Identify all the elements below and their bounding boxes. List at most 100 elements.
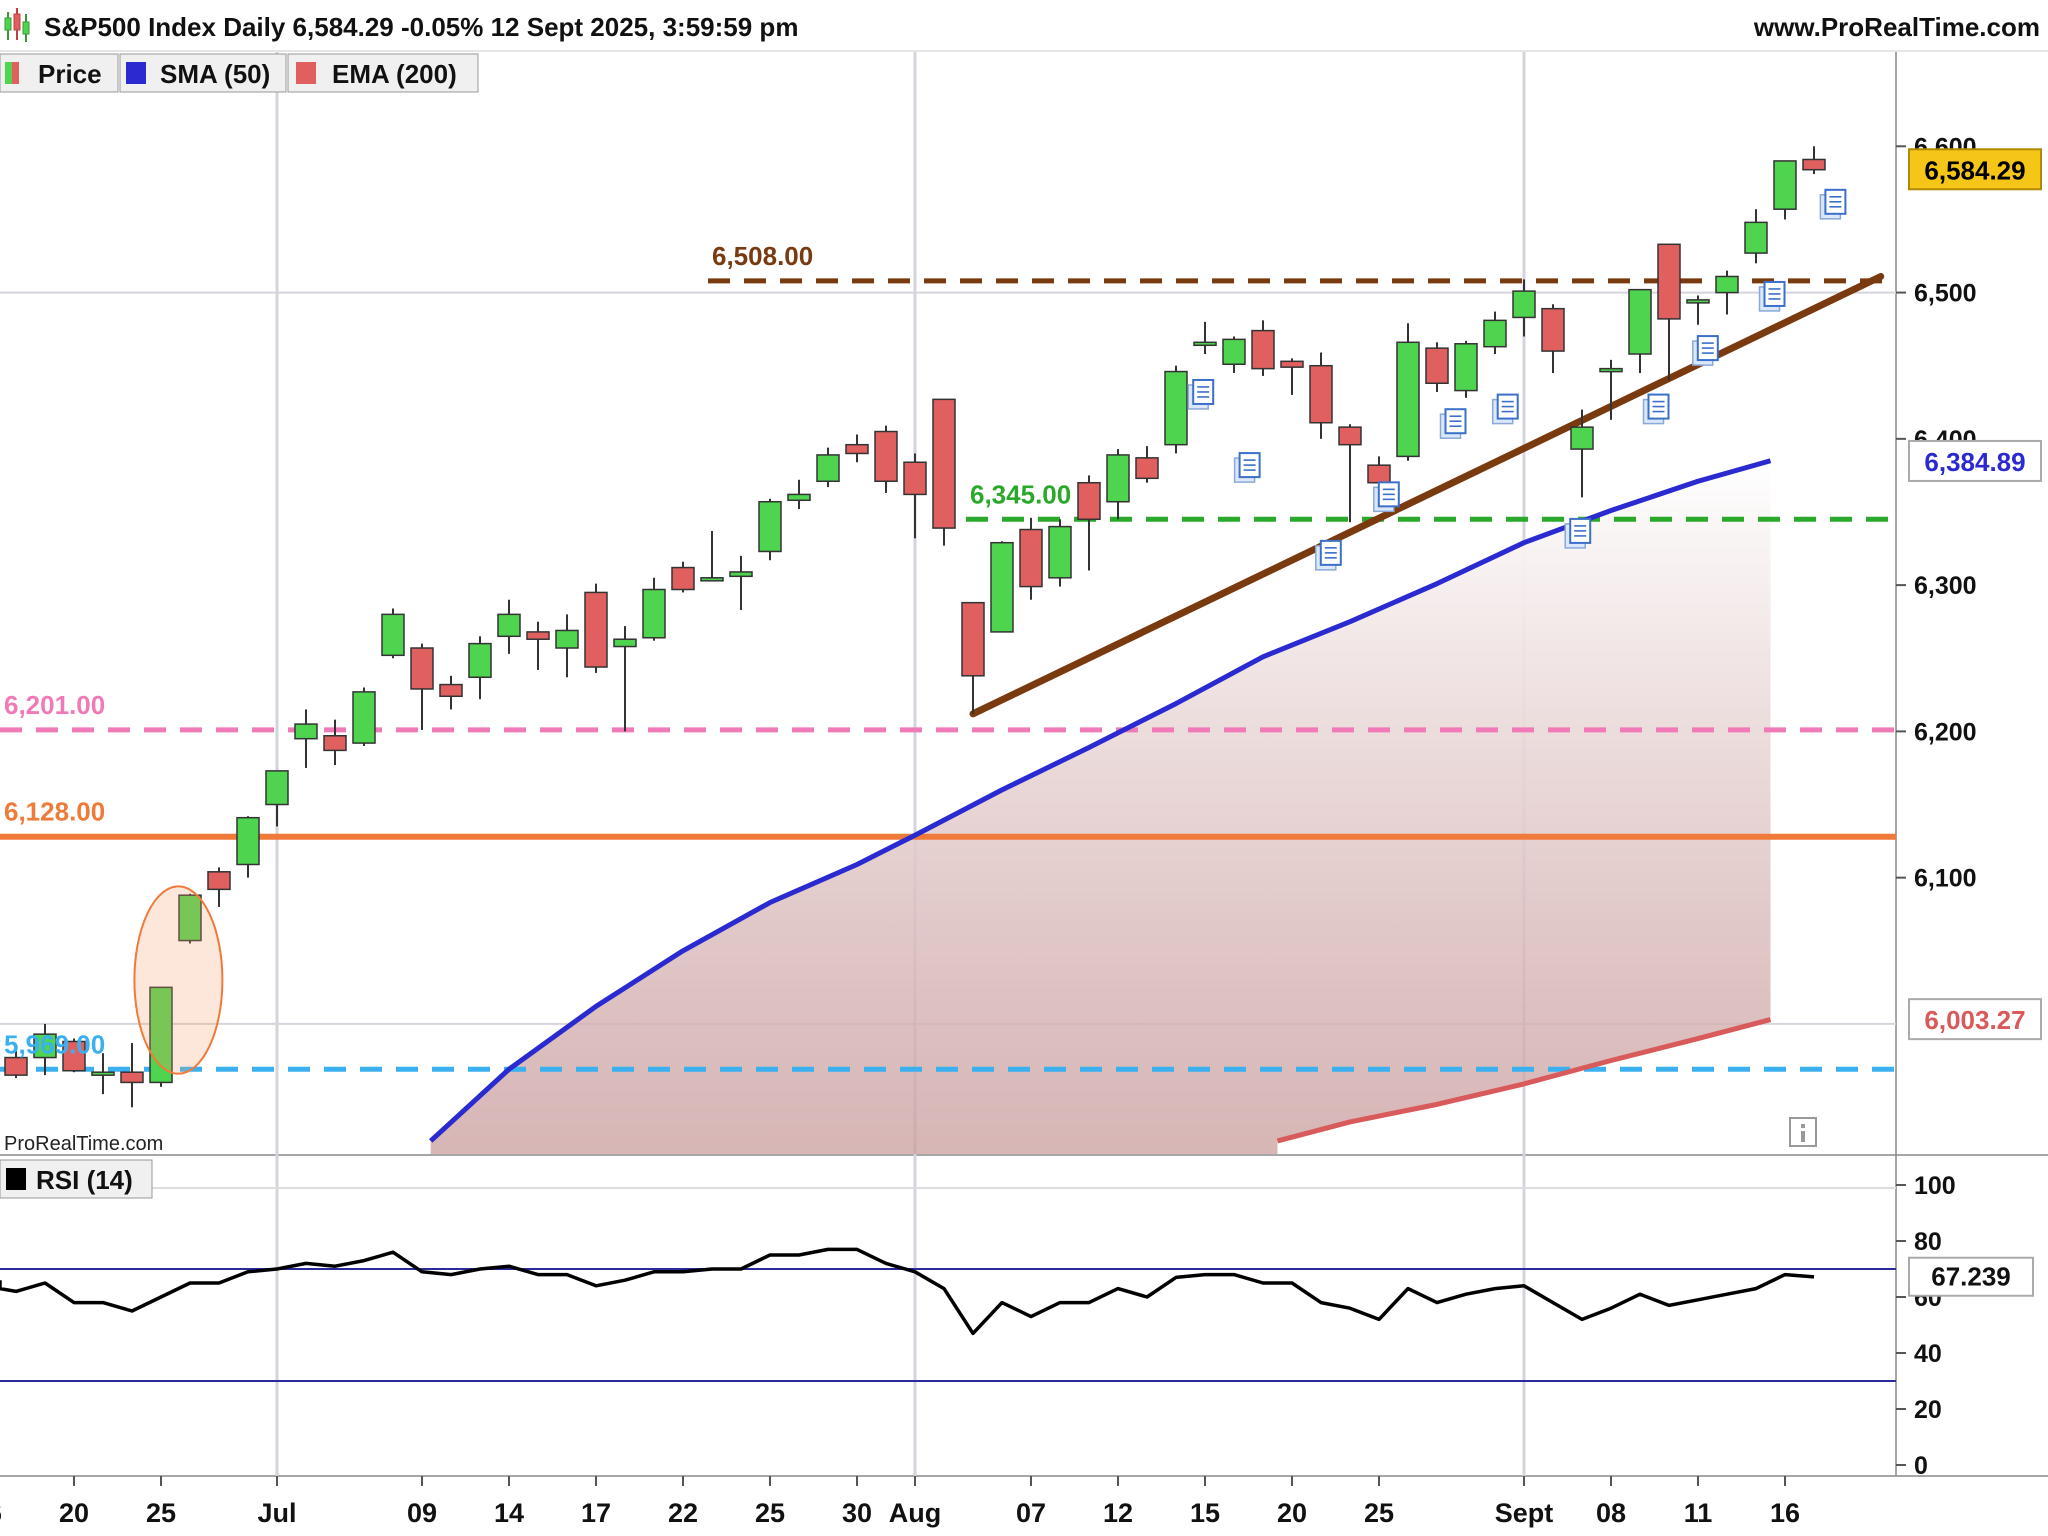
candle-body-up xyxy=(1773,160,1797,210)
date-tick-label: 22 xyxy=(668,1498,698,1528)
level-label-6508: 6,508.00 xyxy=(712,241,813,271)
rsi-tick-label: 40 xyxy=(1914,1340,1942,1368)
date-tick-label: 15 xyxy=(1190,1498,1220,1528)
candle-body-down xyxy=(1280,360,1304,368)
candle xyxy=(990,541,1014,633)
level-label-6345: 6,345.00 xyxy=(970,479,1071,509)
candle-body-up xyxy=(1744,221,1768,254)
candle-body-up xyxy=(787,493,811,502)
date-tick-label: 14 xyxy=(494,1498,524,1528)
candle-body-up xyxy=(1628,288,1652,355)
candle-body-down xyxy=(120,1071,144,1084)
date-tick-label: 20 xyxy=(1277,1498,1307,1528)
level-label-6201: 6,201.00 xyxy=(4,690,105,720)
candle-body-up xyxy=(1599,367,1623,373)
date-tick-label: 20 xyxy=(59,1498,89,1528)
date-tick-label: Jul xyxy=(257,1498,296,1528)
news-document-icon xyxy=(1315,539,1342,571)
candle xyxy=(932,398,956,546)
candle-body-up xyxy=(1164,370,1188,446)
candle-body-down xyxy=(671,566,695,591)
date-tick-label: Sept xyxy=(1495,1498,1554,1528)
candle-body-up xyxy=(1570,426,1594,450)
candle-body-up xyxy=(1715,275,1739,294)
price-tick-label: 6,500 xyxy=(1914,280,1977,308)
candle-body-up xyxy=(729,571,753,578)
ellipse-layer xyxy=(133,885,224,1075)
candle xyxy=(758,498,782,561)
price-tick-label: 6,300 xyxy=(1914,572,1977,600)
candle-body-up xyxy=(816,454,840,483)
candle-body-down xyxy=(207,871,231,891)
info-icon[interactable] xyxy=(1789,1117,1817,1147)
candle-body-up xyxy=(468,642,492,679)
candle-body-down xyxy=(1425,347,1449,385)
news-document-icon xyxy=(1758,280,1786,312)
candle-body-down xyxy=(1367,464,1391,484)
candle-body-up xyxy=(91,1071,115,1076)
candle-body-up xyxy=(352,691,376,744)
candle-body-down xyxy=(526,631,550,640)
candle-body-up xyxy=(1483,319,1507,348)
candle-body-down xyxy=(410,647,434,690)
candle-body-up xyxy=(1686,299,1710,304)
price-tick-label: 6,100 xyxy=(1914,865,1977,893)
legend-rsi-label: RSI (14) xyxy=(36,1165,133,1195)
date-tick-label: 16 xyxy=(0,1498,2,1528)
candle-body-down xyxy=(1077,481,1101,521)
date-tick-label: 12 xyxy=(1103,1498,1133,1528)
candle-body-up xyxy=(294,723,318,740)
site-url: www.ProRealTime.com xyxy=(1753,12,2040,42)
candle-body-up xyxy=(1512,290,1536,319)
candle xyxy=(352,687,376,747)
candle-body-up xyxy=(236,816,260,866)
candle xyxy=(1396,323,1420,461)
candle-body-up xyxy=(613,638,637,648)
news-document-icon xyxy=(1439,408,1467,439)
candle-body-down xyxy=(903,461,927,496)
candle-body-up xyxy=(381,613,405,657)
sma-value-badge: 6,384.89 xyxy=(1924,447,2025,477)
candle-body-down xyxy=(932,398,956,529)
candle-body-up xyxy=(1106,454,1130,503)
chart-canvas: S&P500 Index Daily 6,584.29 -0.05% 12 Se… xyxy=(0,0,2048,1536)
price-swatch-icon xyxy=(5,62,12,84)
rsi-tick-label: 20 xyxy=(1914,1396,1942,1424)
candle-body-up xyxy=(1454,343,1478,392)
news-document-icon xyxy=(1491,393,1519,425)
candle-body-down xyxy=(1251,329,1275,370)
date-tick-label: 07 xyxy=(1016,1498,1046,1528)
candle-body-down xyxy=(874,430,898,483)
date-tick-label: 25 xyxy=(755,1498,785,1528)
candle-body-up xyxy=(758,500,782,553)
highlight-ellipse xyxy=(133,885,224,1075)
legend-ema[interactable]: EMA (200) xyxy=(287,53,479,93)
candle xyxy=(381,608,405,659)
candle xyxy=(1454,340,1478,398)
legend-ema-label: EMA (200) xyxy=(332,59,457,89)
candle-body-up xyxy=(555,629,579,649)
date-tick-label: 08 xyxy=(1596,1498,1626,1528)
news-document-icon xyxy=(1187,378,1215,410)
candle-body-up xyxy=(990,541,1014,633)
candle-body-up xyxy=(1048,525,1072,579)
legend-rsi[interactable]: RSI (14) xyxy=(0,1159,153,1199)
candle-body-up xyxy=(700,577,724,582)
candle-body-down xyxy=(1309,364,1333,424)
candle xyxy=(1164,365,1188,454)
candle-body-down xyxy=(323,735,347,752)
candle-body-up xyxy=(1193,341,1217,347)
rsi-swatch-icon xyxy=(6,1168,26,1190)
date-tick-label: 25 xyxy=(146,1498,176,1528)
news-document-icon xyxy=(1233,452,1261,483)
news-document-icon xyxy=(1819,188,1847,220)
candle-body-down xyxy=(1338,426,1362,446)
chart-title: S&P500 Index Daily 6,584.29 -0.05% 12 Se… xyxy=(44,12,798,42)
legend-price[interactable]: Price xyxy=(0,53,119,93)
legend-sma[interactable]: SMA (50) xyxy=(119,53,287,93)
candle-body-down xyxy=(845,443,869,455)
rsi-tick-label: 100 xyxy=(1914,1172,1956,1200)
date-tick-label: 09 xyxy=(407,1498,437,1528)
news-document-icon xyxy=(1692,335,1719,366)
level-label-5969: 5,969.00 xyxy=(4,1029,105,1059)
